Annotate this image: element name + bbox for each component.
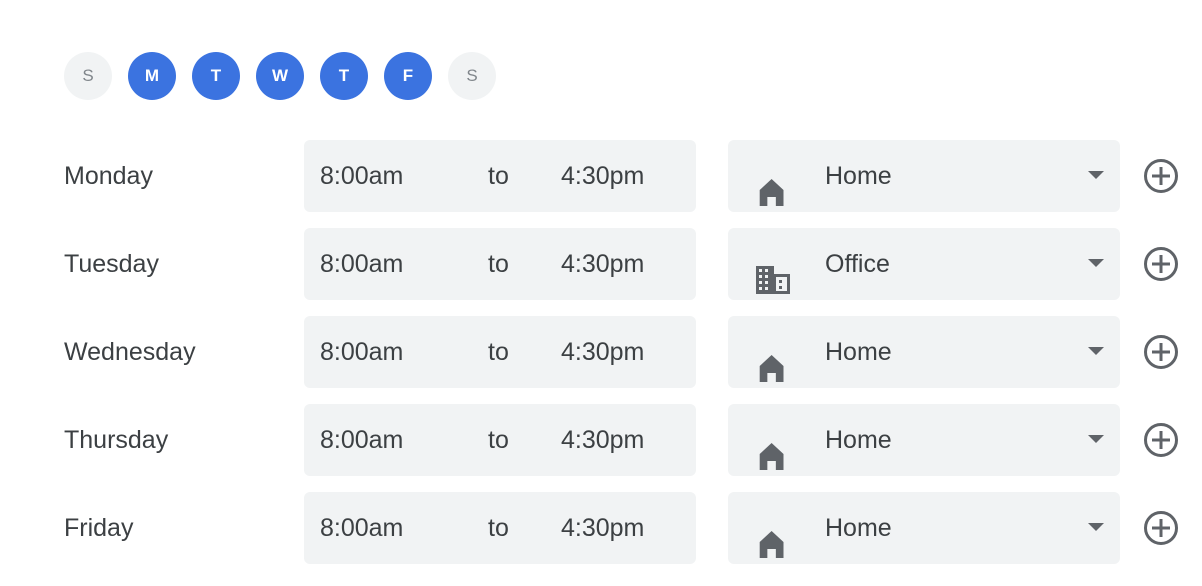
- schedule-row: Thursday 8:00am to 4:30pm Home: [0, 404, 1202, 476]
- dropdown-arrow-icon: [1088, 435, 1104, 443]
- day-toggle[interactable]: T: [320, 52, 368, 100]
- end-time-field[interactable]: 4:30pm: [561, 140, 644, 212]
- to-label: to: [488, 426, 509, 454]
- time-range: 8:00am to 4:30pm: [304, 492, 696, 564]
- end-time-field[interactable]: 4:30pm: [561, 404, 644, 476]
- location-value: Home: [825, 514, 892, 542]
- location-dropdown[interactable]: Home: [728, 404, 1120, 476]
- start-time-field[interactable]: 8:00am: [320, 228, 403, 300]
- add-circle-icon[interactable]: [1143, 422, 1179, 458]
- start-time-field[interactable]: 8:00am: [320, 492, 403, 564]
- day-toggle[interactable]: M: [128, 52, 176, 100]
- dropdown-arrow-icon: [1088, 347, 1104, 355]
- to-label: to: [488, 162, 509, 190]
- dropdown-arrow-icon: [1088, 523, 1104, 531]
- day-toggle[interactable]: F: [384, 52, 432, 100]
- home-icon: [756, 426, 788, 470]
- location-value: Office: [825, 250, 890, 278]
- day-selector: SMTWTFS: [64, 52, 496, 100]
- dropdown-arrow-icon: [1088, 171, 1104, 179]
- location-value: Home: [825, 162, 892, 190]
- to-label: to: [488, 250, 509, 278]
- time-range: 8:00am to 4:30pm: [304, 404, 696, 476]
- dropdown-arrow-icon: [1088, 259, 1104, 267]
- time-range: 8:00am to 4:30pm: [304, 316, 696, 388]
- day-toggle[interactable]: T: [192, 52, 240, 100]
- time-range: 8:00am to 4:30pm: [304, 228, 696, 300]
- schedule-row: Friday 8:00am to 4:30pm Home: [0, 492, 1202, 564]
- location-dropdown[interactable]: Home: [728, 316, 1120, 388]
- home-icon: [756, 514, 788, 558]
- location-value: Home: [825, 338, 892, 366]
- end-time-field[interactable]: 4:30pm: [561, 492, 644, 564]
- location-value: Home: [825, 426, 892, 454]
- end-time-field[interactable]: 4:30pm: [561, 228, 644, 300]
- home-icon: [756, 338, 788, 382]
- end-time-field[interactable]: 4:30pm: [561, 316, 644, 388]
- day-toggle[interactable]: S: [448, 52, 496, 100]
- to-label: to: [488, 338, 509, 366]
- add-circle-icon[interactable]: [1143, 510, 1179, 546]
- location-dropdown[interactable]: Office: [728, 228, 1120, 300]
- location-dropdown[interactable]: Home: [728, 492, 1120, 564]
- day-label: Friday: [64, 514, 134, 542]
- start-time-field[interactable]: 8:00am: [320, 404, 403, 476]
- day-label: Tuesday: [64, 250, 159, 278]
- start-time-field[interactable]: 8:00am: [320, 316, 403, 388]
- add-circle-icon[interactable]: [1143, 246, 1179, 282]
- schedule-row: Monday 8:00am to 4:30pm Home: [0, 140, 1202, 212]
- to-label: to: [488, 514, 509, 542]
- day-toggle[interactable]: W: [256, 52, 304, 100]
- day-toggle[interactable]: S: [64, 52, 112, 100]
- day-label: Wednesday: [64, 338, 196, 366]
- add-circle-icon[interactable]: [1143, 158, 1179, 194]
- day-label: Monday: [64, 162, 153, 190]
- schedule-row: Wednesday 8:00am to 4:30pm Home: [0, 316, 1202, 388]
- location-dropdown[interactable]: Home: [728, 140, 1120, 212]
- schedule-row: Tuesday 8:00am to 4:30pm Office: [0, 228, 1202, 300]
- add-circle-icon[interactable]: [1143, 334, 1179, 370]
- start-time-field[interactable]: 8:00am: [320, 140, 403, 212]
- building-icon: [756, 250, 790, 294]
- time-range: 8:00am to 4:30pm: [304, 140, 696, 212]
- day-label: Thursday: [64, 426, 169, 454]
- home-icon: [756, 162, 788, 206]
